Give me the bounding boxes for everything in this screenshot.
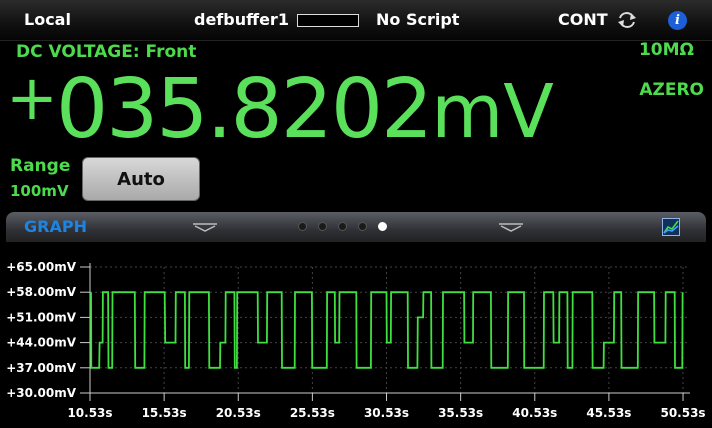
graph-icon[interactable]: [662, 218, 680, 236]
y-tick-label: +65.00mV: [6, 260, 77, 274]
sync-arrows-icon[interactable]: [616, 10, 638, 30]
graph-panel[interactable]: +65.00mV +58.00mV +51.00mV +44.00mV +37.00mV…: [0, 243, 712, 428]
x-tick-label: 25.53s: [290, 406, 335, 420]
script-indicator[interactable]: No Script: [376, 10, 459, 29]
y-tick-label: +58.00mV: [6, 285, 77, 299]
x-tick-label: 10.53s: [67, 406, 112, 420]
x-tick-label: 45.53s: [586, 406, 631, 420]
y-tick-label: +51.00mV: [6, 310, 77, 324]
buffer-fill-meter[interactable]: [297, 14, 359, 27]
autozero-indicator: AZERO: [639, 80, 704, 100]
x-tick-label: 15.53s: [142, 406, 187, 420]
swipe-screen-header[interactable]: GRAPH: [6, 212, 706, 242]
buffer-name[interactable]: defbuffer1: [194, 10, 289, 29]
y-tick-label: +37.00mV: [6, 361, 77, 375]
local-remote-indicator[interactable]: Local: [24, 10, 71, 29]
info-icon[interactable]: i: [668, 11, 687, 30]
page-dot[interactable]: [338, 222, 347, 231]
page-indicator: [298, 222, 398, 241]
swipe-left-chevron-icon[interactable]: [192, 222, 218, 232]
x-tick-label: 35.53s: [438, 406, 483, 420]
reading-sign: +: [6, 61, 58, 134]
reading-graph[interactable]: +65.00mV +58.00mV +51.00mV +44.00mV +37.00mV…: [0, 243, 712, 428]
swipe-right-chevron-icon[interactable]: [498, 222, 524, 232]
page-dot[interactable]: [318, 222, 327, 231]
voltage-trace-line: [90, 291, 684, 369]
page-dot[interactable]: [298, 222, 307, 231]
auto-range-button[interactable]: Auto: [82, 157, 200, 201]
reading-value: 035.8202: [55, 62, 433, 157]
x-tick-label: 20.53s: [216, 406, 261, 420]
x-tick-label: 30.53s: [364, 406, 409, 420]
y-tick-label: +30.00mV: [6, 386, 77, 400]
page-dot-active[interactable]: [378, 222, 387, 231]
status-bar: Local defbuffer1 No Script CONT i: [0, 0, 712, 41]
swipe-screen-title: GRAPH: [24, 217, 87, 236]
page-dot[interactable]: [358, 222, 367, 231]
reading-unit: mV: [431, 69, 554, 155]
trigger-mode-indicator[interactable]: CONT: [558, 10, 608, 29]
y-tick-label: +44.00mV: [6, 336, 77, 350]
range-label: Range: [10, 156, 71, 176]
input-impedance-indicator: 10MΩ: [638, 40, 694, 60]
range-value: 100mV: [10, 182, 69, 200]
measurement-reading: +035.8202mV: [6, 48, 554, 162]
x-tick-label: 50.53s: [660, 406, 705, 420]
x-tick-label: 40.53s: [512, 406, 557, 420]
